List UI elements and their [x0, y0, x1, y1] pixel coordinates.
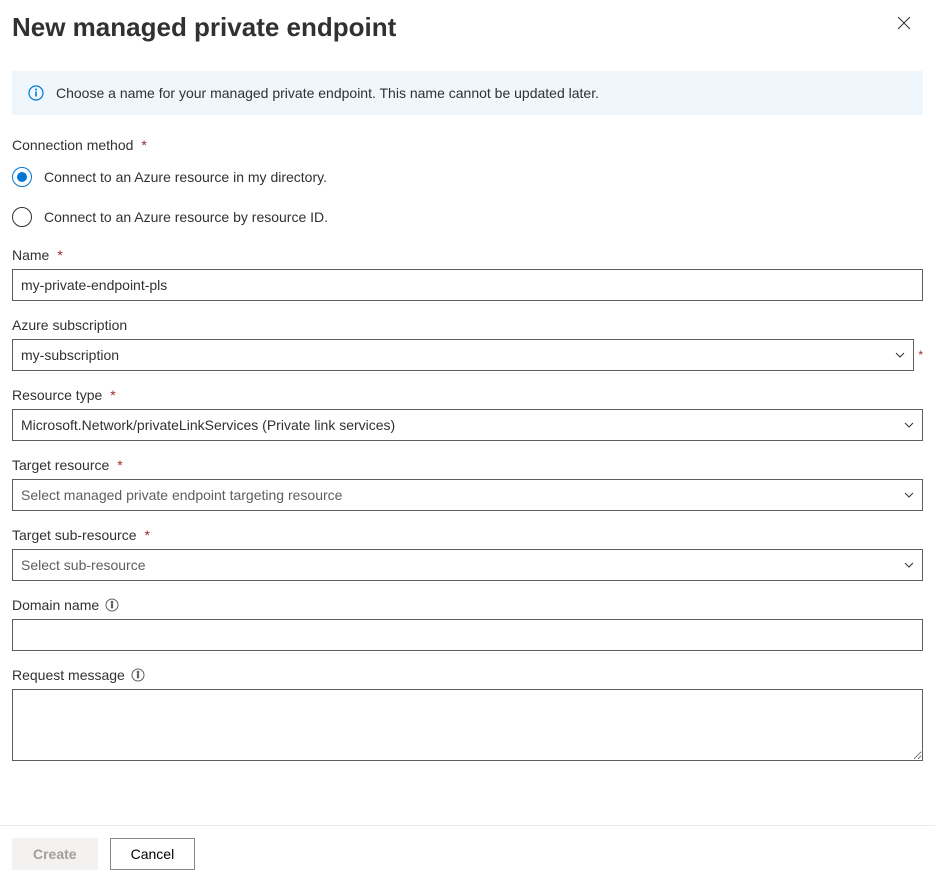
request-message-label: Request message	[12, 667, 923, 683]
resource-type-select[interactable]: Microsoft.Network/privateLinkServices (P…	[12, 409, 923, 441]
required-indicator: *	[918, 348, 923, 362]
panel-title: New managed private endpoint	[12, 12, 396, 43]
target-resource-select[interactable]: Select managed private endpoint targetin…	[12, 479, 923, 511]
panel-new-managed-private-endpoint: New managed private endpoint Choose a na…	[0, 0, 935, 882]
panel-header: New managed private endpoint	[12, 12, 923, 43]
radio-connect-resource-id[interactable]: Connect to an Azure resource by resource…	[12, 207, 923, 227]
info-text: Choose a name for your managed private e…	[56, 85, 599, 101]
radio-connect-directory[interactable]: Connect to an Azure resource in my direc…	[12, 167, 923, 187]
close-icon	[897, 16, 911, 30]
info-message: Choose a name for your managed private e…	[12, 71, 923, 115]
domain-name-input[interactable]	[12, 619, 923, 651]
name-input[interactable]	[12, 269, 923, 301]
cancel-button[interactable]: Cancel	[110, 838, 196, 870]
name-label: Name*	[12, 247, 923, 263]
radio-icon	[12, 167, 32, 187]
resource-type-label: Resource type*	[12, 387, 923, 403]
subscription-select[interactable]: my-subscription	[12, 339, 914, 371]
target-sub-resource-label: Target sub-resource*	[12, 527, 923, 543]
target-resource-label: Target resource*	[12, 457, 923, 473]
radio-label: Connect to an Azure resource by resource…	[44, 209, 328, 225]
target-sub-resource-select[interactable]: Select sub-resource	[12, 549, 923, 581]
name-field-block: Name*	[12, 247, 923, 301]
info-icon[interactable]	[105, 598, 119, 612]
create-button[interactable]: Create	[12, 838, 98, 870]
request-message-field-block: Request message	[12, 667, 923, 764]
target-resource-field-block: Target resource* Select managed private …	[12, 457, 923, 511]
resource-type-field-block: Resource type* Microsoft.Network/private…	[12, 387, 923, 441]
request-message-textarea[interactable]	[12, 689, 923, 761]
domain-name-field-block: Domain name	[12, 597, 923, 651]
target-sub-resource-field-block: Target sub-resource* Select sub-resource	[12, 527, 923, 581]
connection-method-label: Connection method*	[12, 137, 923, 153]
connection-method-field: Connection method* Connect to an Azure r…	[12, 137, 923, 227]
close-button[interactable]	[893, 12, 915, 38]
info-icon[interactable]	[131, 668, 145, 682]
subscription-field-block: Azure subscription my-subscription *	[12, 317, 923, 371]
panel-footer: Create Cancel	[0, 825, 935, 882]
radio-icon	[12, 207, 32, 227]
domain-name-label: Domain name	[12, 597, 923, 613]
radio-label: Connect to an Azure resource in my direc…	[44, 169, 327, 185]
info-icon	[28, 85, 44, 101]
subscription-label: Azure subscription	[12, 317, 923, 333]
